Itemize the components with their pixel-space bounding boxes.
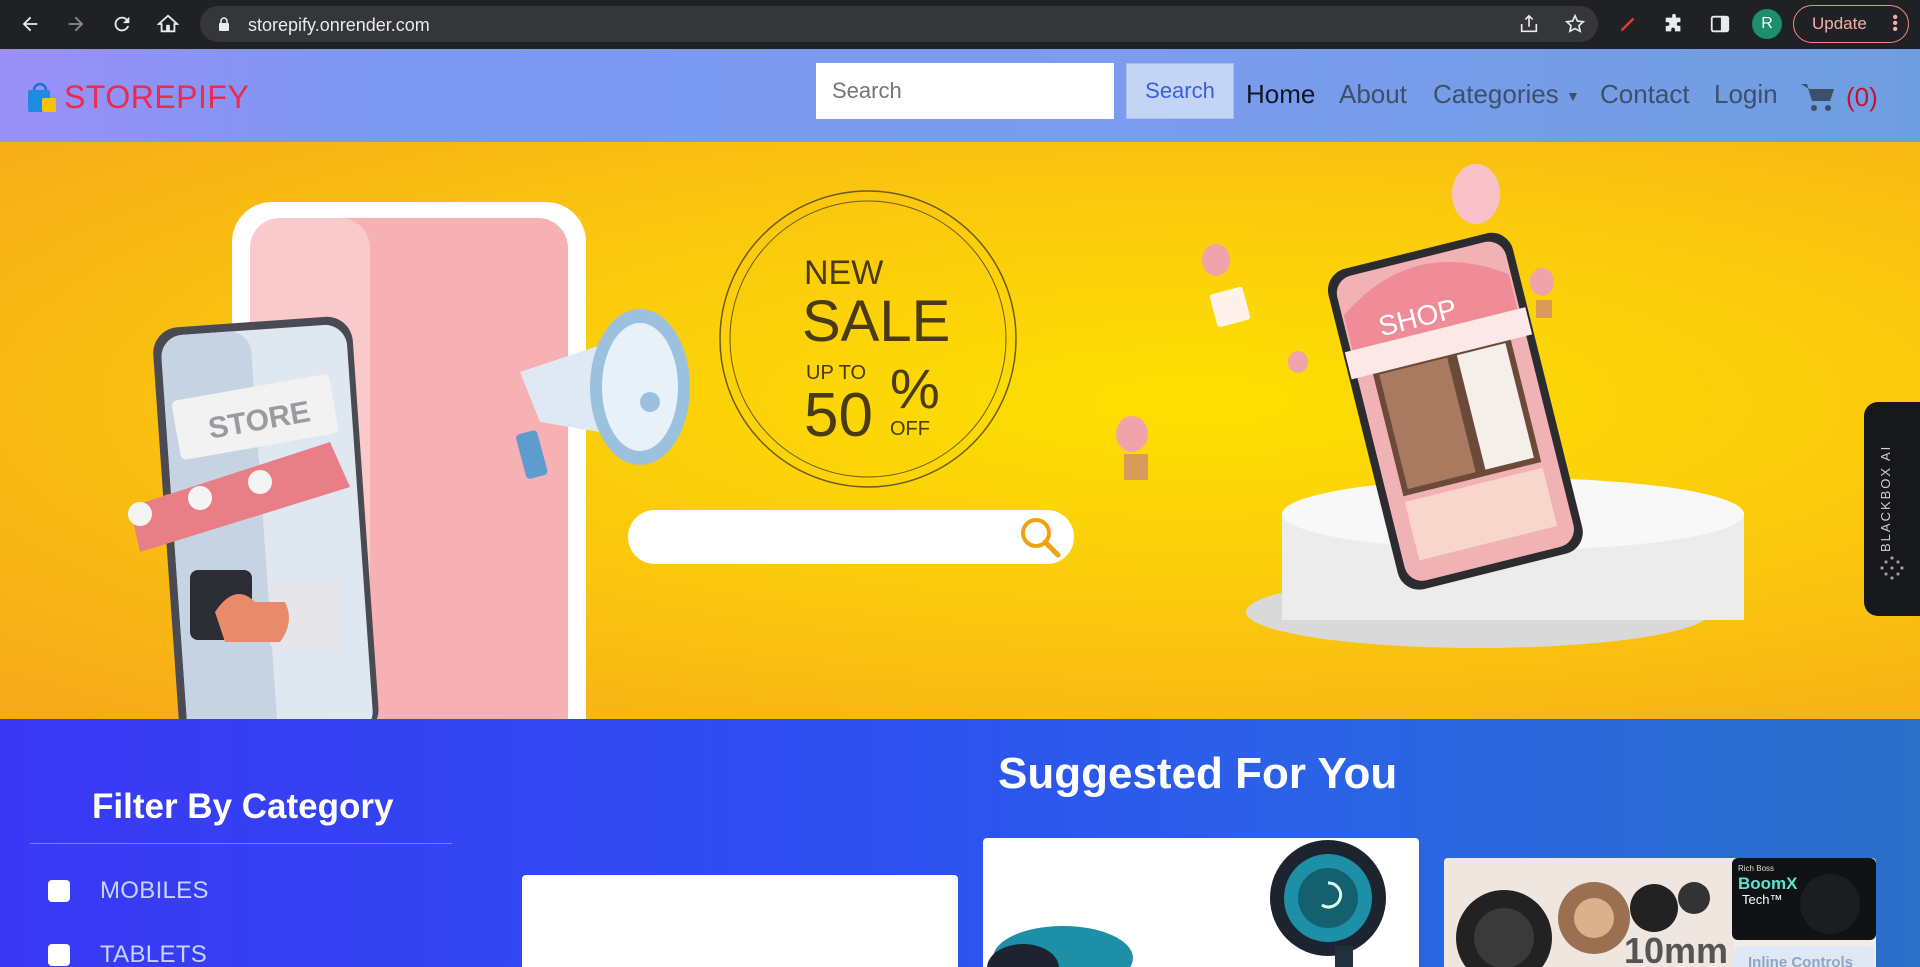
site-navbar: STOREPIFY Search Home About Categories ▼…	[0, 49, 1920, 142]
cart-link[interactable]: (0)	[1800, 81, 1878, 113]
hero-banner[interactable]: NEW SALE UP TO 50 % OFF STORE SHOP	[0, 142, 1920, 719]
extensions-icon[interactable]	[1656, 6, 1692, 42]
home-icon[interactable]	[150, 6, 186, 42]
product-card[interactable]	[983, 838, 1419, 967]
search-button[interactable]: Search	[1126, 63, 1234, 119]
brand-name: STOREPIFY	[64, 79, 250, 115]
filter-label-tablets: TABLETS	[100, 941, 208, 967]
nav-about[interactable]: About	[1339, 79, 1407, 110]
earphones-image	[987, 840, 1386, 967]
update-button[interactable]: Update • • •	[1793, 5, 1909, 43]
browser-toolbar: storepify.onrender.com R Update • • •	[0, 0, 1920, 49]
mobiles-checkbox[interactable]	[48, 880, 70, 902]
cart-icon	[1801, 84, 1834, 111]
filter-title: Filter By Category	[92, 787, 394, 826]
tablets-checkbox[interactable]	[48, 944, 70, 966]
side-panel-icon[interactable]	[1702, 6, 1738, 42]
nav-login[interactable]: Login	[1714, 79, 1778, 110]
brand-link[interactable]: STOREPIFY	[24, 79, 249, 116]
reload-icon[interactable]	[104, 6, 140, 42]
sale-off-text: OFF	[890, 418, 930, 440]
brand-tech-text: Tech™	[1742, 892, 1783, 907]
nav-home[interactable]: Home	[1246, 79, 1315, 110]
filter-label-mobiles: MOBILES	[100, 877, 209, 904]
inline-controls-text: Inline Controls	[1748, 954, 1853, 967]
blackbox-dots-icon	[1880, 556, 1904, 580]
update-label: Update	[1812, 14, 1867, 33]
url-text: storepify.onrender.com	[248, 15, 430, 35]
search-input[interactable]	[816, 63, 1114, 119]
kebab-menu-icon[interactable]: • • •	[1892, 10, 1898, 38]
nav-contact[interactable]: Contact	[1600, 79, 1690, 110]
suggested-title: Suggested For You	[998, 749, 1398, 798]
search-button-label: Search	[1145, 78, 1215, 103]
product-card[interactable]	[522, 875, 958, 967]
profile-avatar[interactable]: R	[1752, 9, 1782, 39]
driver-size-text: 10mm	[1624, 930, 1729, 967]
blackbox-ai-tab[interactable]: BLACKBOX AI	[1864, 402, 1920, 616]
filter-item-tablets[interactable]: TABLETS	[48, 941, 207, 967]
caret-down-icon: ▼	[1565, 88, 1580, 105]
pen-icon[interactable]	[1610, 6, 1646, 42]
shopping-bag-icon	[24, 80, 60, 116]
share-icon[interactable]	[1518, 13, 1540, 40]
product-card[interactable]: 10mm Rich Boss BoomX Tech™ Inline Contro…	[1444, 858, 1876, 967]
avatar-letter: R	[1761, 15, 1773, 32]
back-icon[interactable]	[12, 6, 48, 42]
sale-percent-text: %	[890, 357, 940, 420]
filter-item-mobiles[interactable]: MOBILES	[48, 877, 209, 905]
cart-count: (0)	[1846, 81, 1878, 112]
star-icon[interactable]	[1564, 13, 1586, 40]
lock-icon	[219, 17, 229, 31]
forward-icon[interactable]	[58, 6, 94, 42]
filter-divider	[30, 843, 452, 844]
brand-small-text: Rich Boss	[1738, 864, 1775, 873]
sale-value-text: 50	[804, 381, 873, 450]
sale-sale-text: SALE	[802, 289, 951, 354]
nav-categories-label: Categories	[1433, 79, 1559, 109]
address-bar[interactable]: storepify.onrender.com	[200, 6, 1598, 42]
main-content: Filter By Category MOBILES TABLETS Sugge…	[0, 719, 1920, 967]
blackbox-label: BLACKBOX AI	[1878, 444, 1893, 552]
nav-categories[interactable]: Categories ▼	[1433, 79, 1580, 110]
brand-boomx-text: BoomX	[1738, 874, 1798, 893]
